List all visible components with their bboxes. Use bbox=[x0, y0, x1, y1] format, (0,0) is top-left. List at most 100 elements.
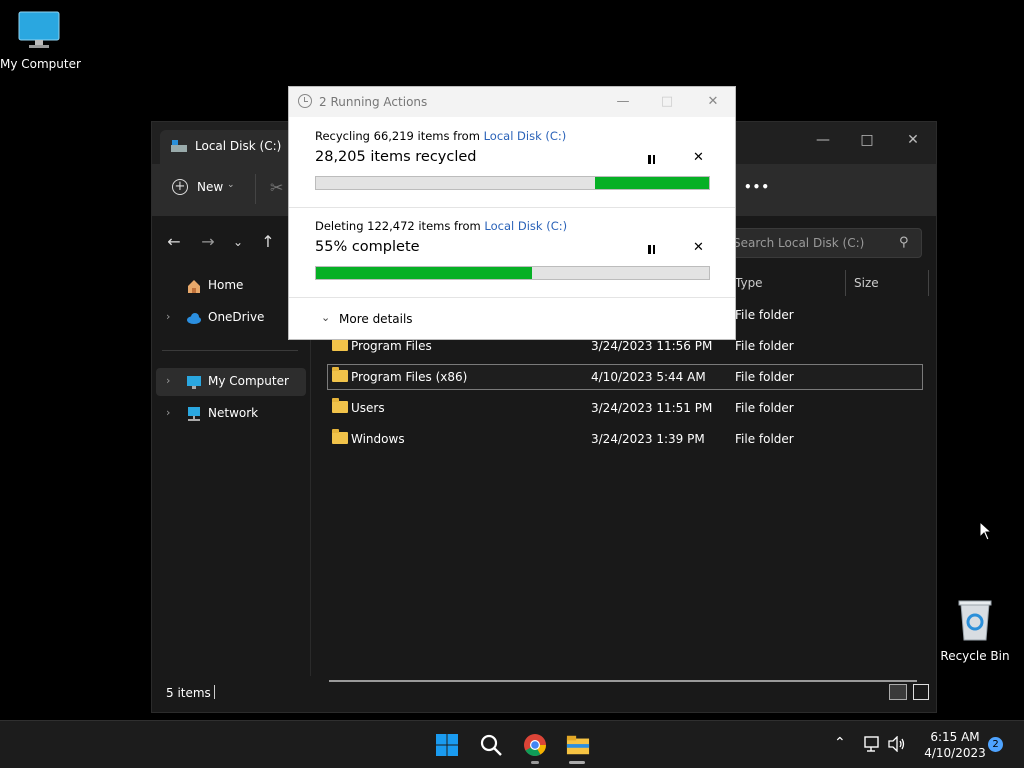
operation-description: Recycling 66,219 items from Local Disk (… bbox=[315, 129, 566, 143]
operation-text: Deleting 122,472 items from bbox=[315, 219, 485, 233]
dialog-title: 2 Running Actions bbox=[319, 95, 428, 109]
desktop-icon-my-computer[interactable]: My Computer bbox=[0, 10, 81, 71]
progress-fill bbox=[595, 177, 709, 189]
tiles-view-icon[interactable] bbox=[913, 684, 929, 700]
desktop-icon-recycle-bin[interactable]: Recycle Bin bbox=[940, 598, 1010, 663]
operation-description: Deleting 122,472 items from Local Disk (… bbox=[315, 219, 567, 233]
up-arrow-icon[interactable]: ↑ bbox=[258, 232, 278, 252]
network-icon bbox=[188, 407, 200, 421]
sidebar-item-label: My Computer bbox=[208, 374, 289, 388]
tab-local-disk[interactable]: Local Disk (C:) bbox=[160, 130, 300, 164]
file-type: File folder bbox=[735, 432, 794, 446]
divider bbox=[162, 350, 298, 351]
cut-icon[interactable]: ✂ bbox=[270, 178, 283, 197]
notification-badge[interactable]: 2 bbox=[988, 737, 1003, 752]
file-name: Users bbox=[351, 401, 385, 415]
network-status-icon[interactable] bbox=[864, 736, 882, 752]
clock-date: 4/10/2023 bbox=[924, 746, 986, 760]
folder-icon bbox=[332, 429, 348, 444]
close-button[interactable]: ✕ bbox=[898, 129, 928, 151]
maximize-button[interactable]: □ bbox=[655, 93, 679, 111]
chevron-down-icon: ⌄ bbox=[227, 180, 235, 190]
operation-deleting: Deleting 122,472 items from Local Disk (… bbox=[289, 207, 735, 297]
taskbar: ⌃ 6:15 AM 4/10/2023 2 bbox=[0, 720, 1024, 768]
new-label: New bbox=[197, 180, 224, 194]
new-button[interactable]: + New ⌄ bbox=[172, 178, 242, 202]
details-view-icon[interactable] bbox=[889, 684, 907, 700]
home-icon bbox=[188, 280, 200, 293]
minimize-button[interactable]: — bbox=[808, 129, 838, 151]
chevron-right-icon[interactable]: › bbox=[166, 374, 170, 387]
system-clock[interactable]: 6:15 AM 4/10/2023 bbox=[920, 729, 990, 761]
progress-fill bbox=[316, 267, 533, 279]
sidebar-item-home[interactable]: Home bbox=[156, 272, 306, 300]
file-type: File folder bbox=[735, 401, 794, 415]
desktop-icon-label: My Computer bbox=[0, 57, 81, 71]
table-row[interactable]: Users 3/24/2023 11:51 PM File folder bbox=[327, 395, 923, 421]
drive-icon bbox=[171, 140, 187, 152]
mouse-cursor-icon bbox=[979, 521, 993, 541]
folder-icon bbox=[332, 336, 348, 351]
date-modified: 3/24/2023 11:51 PM bbox=[591, 401, 713, 415]
chevron-right-icon[interactable]: › bbox=[166, 406, 170, 419]
sidebar-item-label: Network bbox=[208, 406, 259, 420]
search-icon: ⚲ bbox=[899, 235, 909, 250]
table-row[interactable]: Windows 3/24/2023 1:39 PM File folder bbox=[327, 426, 923, 452]
pause-icon[interactable] bbox=[647, 155, 657, 165]
source-link[interactable]: Local Disk (C:) bbox=[484, 219, 567, 233]
cancel-operation-icon[interactable]: ✕ bbox=[693, 150, 704, 165]
back-arrow-icon[interactable]: ← bbox=[164, 232, 184, 252]
chrome-icon[interactable] bbox=[523, 733, 547, 757]
volume-icon[interactable] bbox=[888, 736, 906, 752]
sidebar-item-onedrive[interactable]: › OneDrive bbox=[156, 304, 306, 332]
active-indicator bbox=[569, 761, 585, 764]
table-row-selected[interactable]: Program Files (x86) 4/10/2023 5:44 AM Fi… bbox=[327, 364, 923, 390]
source-link[interactable]: Local Disk (C:) bbox=[484, 129, 567, 143]
column-header-label: Type bbox=[735, 276, 763, 290]
folder-icon bbox=[332, 367, 348, 382]
start-windows-icon[interactable] bbox=[435, 733, 459, 757]
dialog-title-bar: 2 Running Actions — □ ✕ bbox=[289, 87, 735, 117]
search-placeholder: Search Local Disk (C:) bbox=[733, 236, 865, 250]
more-details-label: More details bbox=[339, 312, 413, 326]
monitor-icon bbox=[187, 376, 201, 389]
date-modified: 3/24/2023 11:56 PM bbox=[591, 339, 713, 353]
close-button[interactable]: ✕ bbox=[701, 93, 725, 111]
file-type: File folder bbox=[735, 339, 794, 353]
progress-bar bbox=[315, 176, 710, 190]
more-options-button[interactable]: ••• bbox=[744, 180, 770, 194]
minimize-button[interactable]: — bbox=[611, 93, 635, 111]
cancel-operation-icon[interactable]: ✕ bbox=[693, 240, 704, 255]
sidebar-item-label: OneDrive bbox=[208, 310, 265, 324]
chevron-right-icon[interactable]: › bbox=[166, 310, 170, 323]
column-header-size[interactable]: Size bbox=[854, 270, 929, 296]
more-details-button[interactable]: ⌄ More details bbox=[289, 297, 735, 339]
recent-chevron-icon[interactable]: ⌄ bbox=[228, 232, 248, 252]
maximize-button[interactable]: □ bbox=[852, 129, 882, 151]
column-header-label: Size bbox=[854, 276, 879, 290]
status-bar: 5 items bbox=[152, 676, 936, 712]
file-name: Program Files (x86) bbox=[351, 370, 468, 384]
divider bbox=[255, 174, 256, 204]
operation-recycling: Recycling 66,219 items from Local Disk (… bbox=[289, 117, 735, 207]
pause-icon[interactable] bbox=[647, 245, 657, 255]
chevron-down-icon: ⌄ bbox=[321, 311, 331, 324]
date-modified: 4/10/2023 5:44 AM bbox=[591, 370, 706, 384]
running-actions-dialog: 2 Running Actions — □ ✕ Recycling 66,219… bbox=[288, 86, 736, 340]
column-header-type[interactable]: Type bbox=[735, 270, 846, 296]
divider bbox=[214, 685, 215, 699]
folder-icon bbox=[332, 398, 348, 413]
operation-status: 55% complete bbox=[315, 239, 420, 255]
sidebar-item-my-computer[interactable]: › My Computer bbox=[156, 368, 306, 396]
search-icon[interactable] bbox=[479, 733, 503, 757]
operation-status: 28,205 items recycled bbox=[315, 149, 477, 165]
cloud-icon bbox=[187, 313, 201, 324]
forward-arrow-icon[interactable]: → bbox=[198, 232, 218, 252]
sidebar-item-label: Home bbox=[208, 278, 244, 292]
file-name: Windows bbox=[351, 432, 405, 446]
file-explorer-icon[interactable] bbox=[566, 733, 590, 757]
search-input[interactable]: Search Local Disk (C:) ⚲ bbox=[722, 228, 922, 258]
tab-label: Local Disk (C:) bbox=[195, 139, 282, 153]
show-hidden-icons-chevron-up-icon[interactable]: ⌃ bbox=[834, 735, 846, 751]
sidebar-item-network[interactable]: › Network bbox=[156, 400, 306, 428]
